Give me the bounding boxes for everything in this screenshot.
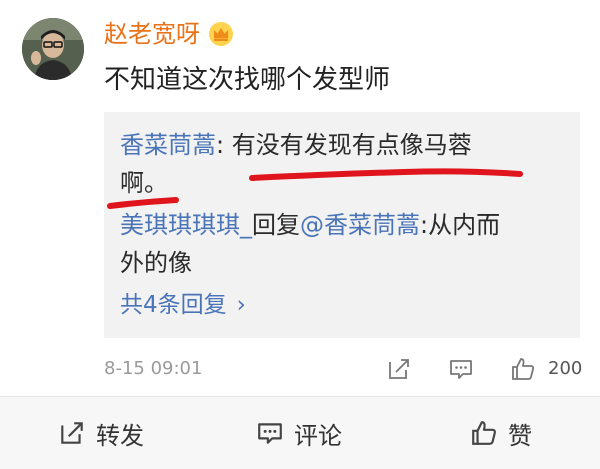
comment-label: 评论 (294, 421, 342, 450)
avatar-image (22, 18, 84, 80)
like-count: 200 (548, 358, 583, 379)
like-label: 赞 (508, 421, 532, 450)
repost-button[interactable]: 转发 (58, 415, 144, 451)
avatar[interactable] (22, 18, 84, 80)
reply-item[interactable]: 香菜茼蒿: 有没有发现有点像马蓉 (120, 128, 472, 162)
more-replies-label: 共4条回复 (120, 292, 227, 318)
username-text[interactable]: 赵老宽呀 (104, 18, 200, 50)
reply-text-continued: 啊。 (120, 169, 168, 197)
reply-author[interactable]: 香菜茼蒿 (120, 131, 216, 159)
like-button[interactable]: 赞 (470, 415, 532, 451)
red-underline-stroke (107, 197, 179, 209)
thumbs-up-icon[interactable] (510, 356, 536, 382)
chevron-right-icon: › (236, 292, 246, 318)
vip-crown-icon (209, 22, 233, 46)
more-replies-link[interactable]: 共4条回复 › (120, 288, 246, 322)
thumbs-up-icon (472, 421, 496, 445)
reply-separator: : (216, 131, 232, 159)
reply-separator: : (420, 211, 429, 239)
share-icon[interactable] (386, 356, 412, 382)
reply-word: 回复 (252, 211, 300, 239)
comment-meta-row: 8-15 09:01 200 (104, 352, 584, 386)
reply-text: 从内而 (428, 211, 501, 239)
timestamp: 8-15 09:01 (104, 358, 203, 379)
reply-mention[interactable]: @香菜茼蒿 (300, 211, 420, 239)
comment-username[interactable]: 赵老宽呀 (104, 18, 234, 50)
reply-item[interactable]: 美琪琪琪琪_回复@香菜茼蒿:从内而 (120, 208, 500, 242)
bottom-action-bar: 转发 评论 赞 (0, 396, 600, 469)
replies-box: 香菜茼蒿: 有没有发现有点像马蓉 啊。 美琪琪琪琪_回复@香菜茼蒿:从内而 外的… (104, 112, 580, 338)
comment-icon[interactable] (448, 356, 474, 382)
comment-text: 不知道这次找哪个发型师 (104, 65, 391, 95)
reply-author[interactable]: 美琪琪琪琪_ (120, 211, 252, 239)
repost-label: 转发 (96, 421, 144, 450)
reply-text-continued: 外的像 (120, 249, 192, 277)
reply-text: 有没有发现有点像马蓉 (231, 131, 472, 159)
comment-icon (258, 423, 282, 444)
repost-icon (61, 422, 83, 444)
comment-button[interactable]: 评论 (256, 415, 342, 451)
red-underline-stroke (249, 168, 523, 181)
